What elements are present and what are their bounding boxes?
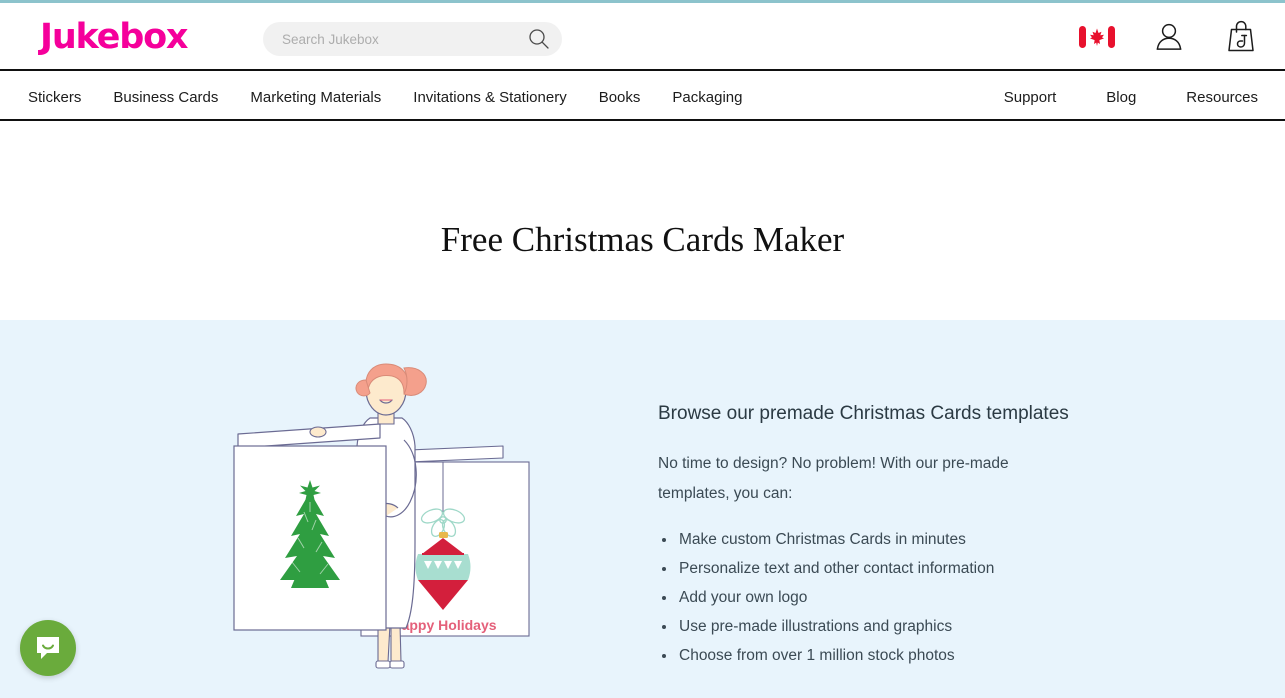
nav-item-marketing-materials[interactable]: Marketing Materials [250, 90, 381, 105]
promo-text-column: Browse our premade Christmas Cards templ… [658, 402, 1088, 670]
chat-widget-button[interactable] [20, 620, 76, 676]
shopping-bag-icon [1228, 20, 1254, 52]
list-item: Choose from over 1 million stock photos [658, 641, 1088, 670]
nav-item-resources[interactable]: Resources [1186, 90, 1258, 105]
page-root: Jukebox Search Jukebox Stickers Business… [0, 0, 1285, 698]
canada-flag-button[interactable] [1075, 15, 1119, 59]
nav-item-support[interactable]: Support [1004, 90, 1057, 105]
nav-item-invitations-stationery[interactable]: Invitations & Stationery [413, 90, 566, 105]
nav-item-blog[interactable]: Blog [1106, 90, 1136, 105]
chat-bubble-icon [37, 637, 59, 659]
main-navigation: Stickers Business Cards Marketing Materi… [0, 73, 1285, 121]
nav-item-stickers[interactable]: Stickers [28, 90, 81, 105]
page-title: Free Christmas Cards Maker [440, 220, 845, 259]
search-input[interactable] [263, 22, 523, 56]
woman-holding-christmas-card-illustration: Happy Holidays [228, 362, 578, 682]
canada-flag-icon [1079, 26, 1115, 48]
header-icon-group [1075, 15, 1263, 59]
nav-item-books[interactable]: Books [599, 90, 641, 105]
search-icon [529, 29, 549, 49]
nav-item-business-cards[interactable]: Business Cards [113, 90, 218, 105]
list-item: Personalize text and other contact infor… [658, 554, 1088, 583]
search-submit-button[interactable] [528, 28, 550, 50]
list-item: Use pre-made illustrations and graphics [658, 612, 1088, 641]
user-account-button[interactable] [1147, 15, 1191, 59]
nav-primary-links: Stickers Business Cards Marketing Materi… [28, 73, 742, 121]
promo-heading: Browse our premade Christmas Cards templ… [658, 403, 1069, 424]
list-item: Make custom Christmas Cards in minutes [658, 525, 1088, 554]
nav-item-packaging[interactable]: Packaging [672, 90, 742, 105]
shopping-bag-button[interactable] [1219, 15, 1263, 59]
nav-secondary-links: Support Blog Resources [1004, 73, 1258, 121]
user-account-icon [1156, 23, 1182, 50]
promo-bullet-list: Make custom Christmas Cards in minutes P… [658, 525, 1088, 670]
jukebox-logo[interactable]: Jukebox [40, 17, 188, 57]
site-header: Jukebox [0, 3, 1285, 71]
list-item: Add your own logo [658, 583, 1088, 612]
hero-section: Free Christmas Cards Maker [0, 121, 1285, 320]
promo-paragraph: No time to design? No problem! With our … [658, 454, 1009, 502]
search-bar[interactable] [263, 22, 562, 56]
templates-promo-section: Happy Holidays Browse our premade Christ… [0, 320, 1285, 698]
